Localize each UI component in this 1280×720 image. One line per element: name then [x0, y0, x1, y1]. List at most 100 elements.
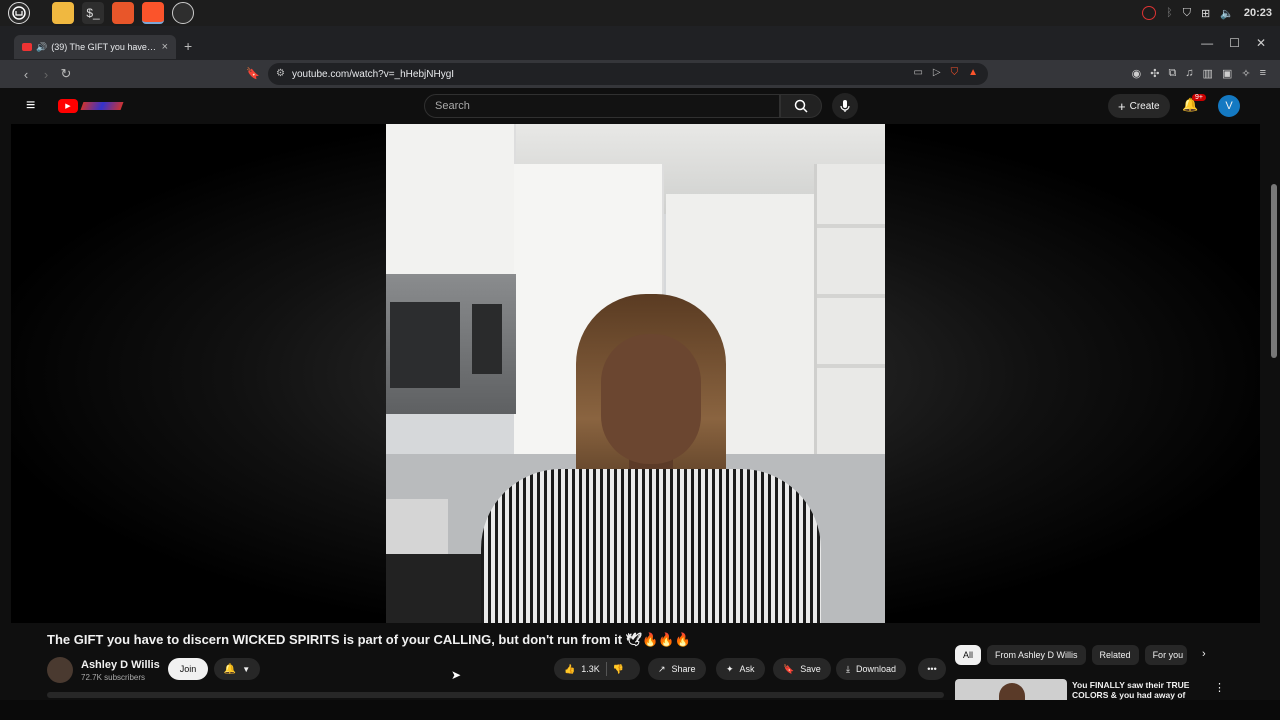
update-icon[interactable]: [1142, 6, 1157, 20]
new-tab-button[interactable]: +: [184, 38, 192, 54]
microphone-icon: [840, 100, 850, 112]
cast-icon[interactable]: ▭: [913, 67, 922, 78]
account-avatar[interactable]: V: [1218, 95, 1240, 117]
search-input[interactable]: Search: [424, 94, 780, 118]
page-scrollbar[interactable]: [1266, 88, 1280, 700]
minimize-button[interactable]: —: [1201, 36, 1213, 50]
logo-doodle: [80, 101, 124, 110]
puzzle-icon[interactable]: ✣: [1150, 67, 1159, 80]
dislike-button[interactable]: 👎: [613, 664, 624, 675]
files-icon[interactable]: [52, 2, 74, 24]
audio-playing-icon[interactable]: 🔊: [36, 42, 47, 53]
recommended-title[interactable]: You FINALLY saw their TRUE COLORS & you …: [1072, 680, 1202, 700]
bookmark-icon[interactable]: 🔖: [246, 67, 260, 80]
like-dislike-group: 👍 1.3K 👎: [554, 658, 640, 680]
download-button[interactable]: ⤓ Download: [836, 658, 907, 680]
ask-button[interactable]: ✦ Ask: [716, 658, 765, 680]
system-tray: ᛒ ⛉ ⊞ 🔈 20:23: [1142, 0, 1272, 26]
recommended-thumbnail[interactable]: [955, 679, 1067, 701]
menu-icon[interactable]: ≡: [1260, 67, 1266, 80]
address-bar-icons: ▭ ▷ ⛉ ▲: [913, 67, 978, 78]
chip-all[interactable]: All: [955, 645, 982, 665]
video-shelf: [817, 294, 885, 298]
channel-meta: Ashley D Willis 72.7K subscribers: [81, 659, 160, 682]
thumbnail-face: [999, 683, 1025, 701]
save-button[interactable]: 🔖 Save: [773, 658, 831, 680]
youtube-masthead: ≡ ▶ Search + Create 🔔 9+ V: [0, 88, 1266, 124]
share-icon: ↗: [658, 663, 666, 674]
divider: [605, 662, 607, 676]
channel-avatar[interactable]: [47, 657, 73, 683]
clock[interactable]: 20:23: [1244, 7, 1272, 19]
music-icon[interactable]: ♫: [1185, 67, 1193, 80]
create-button[interactable]: + Create: [1108, 94, 1170, 118]
scrollbar-thumb[interactable]: [1271, 184, 1277, 358]
terminal-icon[interactable]: $_: [82, 2, 104, 24]
mint-menu-icon[interactable]: [8, 2, 30, 24]
video-player[interactable]: [11, 124, 1260, 623]
youtube-logo[interactable]: ▶: [58, 98, 124, 113]
video-shelves: [814, 164, 885, 464]
brave-shields-icon[interactable]: ⛉: [951, 67, 959, 78]
chip-from-channel[interactable]: From Ashley D Willis: [987, 645, 1086, 665]
reload-button[interactable]: ↻: [56, 66, 76, 82]
screenshot-icon[interactable]: ⧉: [1168, 67, 1176, 80]
site-info-icon[interactable]: ⚙: [276, 68, 285, 79]
related-chips: All From Ashley D Willis Related For you: [955, 645, 1187, 665]
video-shelf: [817, 364, 885, 368]
extension-icon[interactable]: ◉: [1132, 67, 1142, 80]
chevron-down-icon: ▼: [242, 664, 251, 674]
url-text: youtube.com/watch?v=_hHebjNHygI: [292, 68, 455, 80]
close-window-button[interactable]: ✕: [1256, 36, 1266, 50]
more-vertical-icon[interactable]: ⋮: [1214, 681, 1225, 694]
share-label: Share: [671, 664, 696, 674]
address-bar[interactable]: ⚙ youtube.com/watch?v=_hHebjNHygI ▭ ▷ ⛉ …: [268, 63, 988, 85]
channel-name[interactable]: Ashley D Willis: [81, 659, 160, 671]
notification-badge: 9+: [1192, 94, 1206, 101]
youtube-play-icon: ▶: [58, 98, 78, 113]
video-microwave: [386, 274, 516, 414]
firefox-icon[interactable]: [112, 2, 134, 24]
more-actions-button[interactable]: •••: [918, 658, 946, 680]
mouse-cursor-icon: ➤: [451, 668, 462, 682]
chromium-icon[interactable]: [172, 2, 194, 24]
browser-tab[interactable]: 🔊 (39) The GIFT you have to d ×: [14, 35, 176, 59]
leo-icon[interactable]: ✧: [1241, 67, 1250, 80]
bookmark-icon: 🔖: [783, 663, 795, 674]
like-button[interactable]: 👍 1.3K: [564, 664, 600, 675]
volume-icon[interactable]: 🔈: [1220, 7, 1234, 20]
like-count: 1.3K: [581, 664, 600, 674]
back-button[interactable]: ‹: [16, 67, 36, 82]
sidebar-icon[interactable]: ▥: [1203, 67, 1213, 80]
close-tab-icon[interactable]: ×: [162, 41, 168, 53]
bluetooth-icon[interactable]: ᛒ: [1166, 7, 1173, 19]
subscribed-notifications-button[interactable]: 🔔 ▼: [214, 658, 260, 680]
wallet-icon[interactable]: ▣: [1222, 67, 1232, 80]
browser-toolbar: ‹ › ↻ 🔖 ⚙ youtube.com/watch?v=_hHebjNHyg…: [0, 60, 1280, 88]
video-stove: [386, 554, 496, 623]
thumbs-down-icon: 👎: [612, 663, 624, 674]
bell-icon: 🔔: [223, 663, 237, 675]
shield-icon[interactable]: ⛉: [1183, 7, 1191, 20]
tab-title: (39) The GIFT you have to d: [51, 42, 158, 52]
description-box[interactable]: [47, 692, 944, 698]
guide-menu-icon[interactable]: ≡: [26, 97, 35, 115]
video-frame[interactable]: [386, 124, 885, 623]
brave-rewards-icon[interactable]: ▲: [968, 67, 978, 78]
forward-button[interactable]: ›: [36, 67, 56, 82]
window-controls: — ☐ ✕: [1201, 36, 1266, 50]
os-taskbar: $_ ᛒ ⛉ ⊞ 🔈 20:23: [0, 0, 1280, 26]
chevron-right-icon[interactable]: ›: [1202, 648, 1206, 660]
chip-for-you[interactable]: For you: [1144, 645, 1187, 665]
network-icon[interactable]: ⊞: [1201, 7, 1210, 20]
chip-related[interactable]: Related: [1091, 645, 1139, 665]
maximize-button[interactable]: ☐: [1229, 36, 1240, 50]
join-button[interactable]: Join: [168, 658, 208, 680]
video-stove-knobs: [386, 499, 448, 559]
youtube-favicon-icon: [22, 43, 32, 51]
send-icon[interactable]: ▷: [933, 67, 941, 78]
search-button[interactable]: [780, 94, 822, 118]
voice-search-button[interactable]: [832, 93, 858, 119]
brave-icon[interactable]: [142, 2, 164, 24]
share-button[interactable]: ↗ Share: [648, 658, 706, 680]
